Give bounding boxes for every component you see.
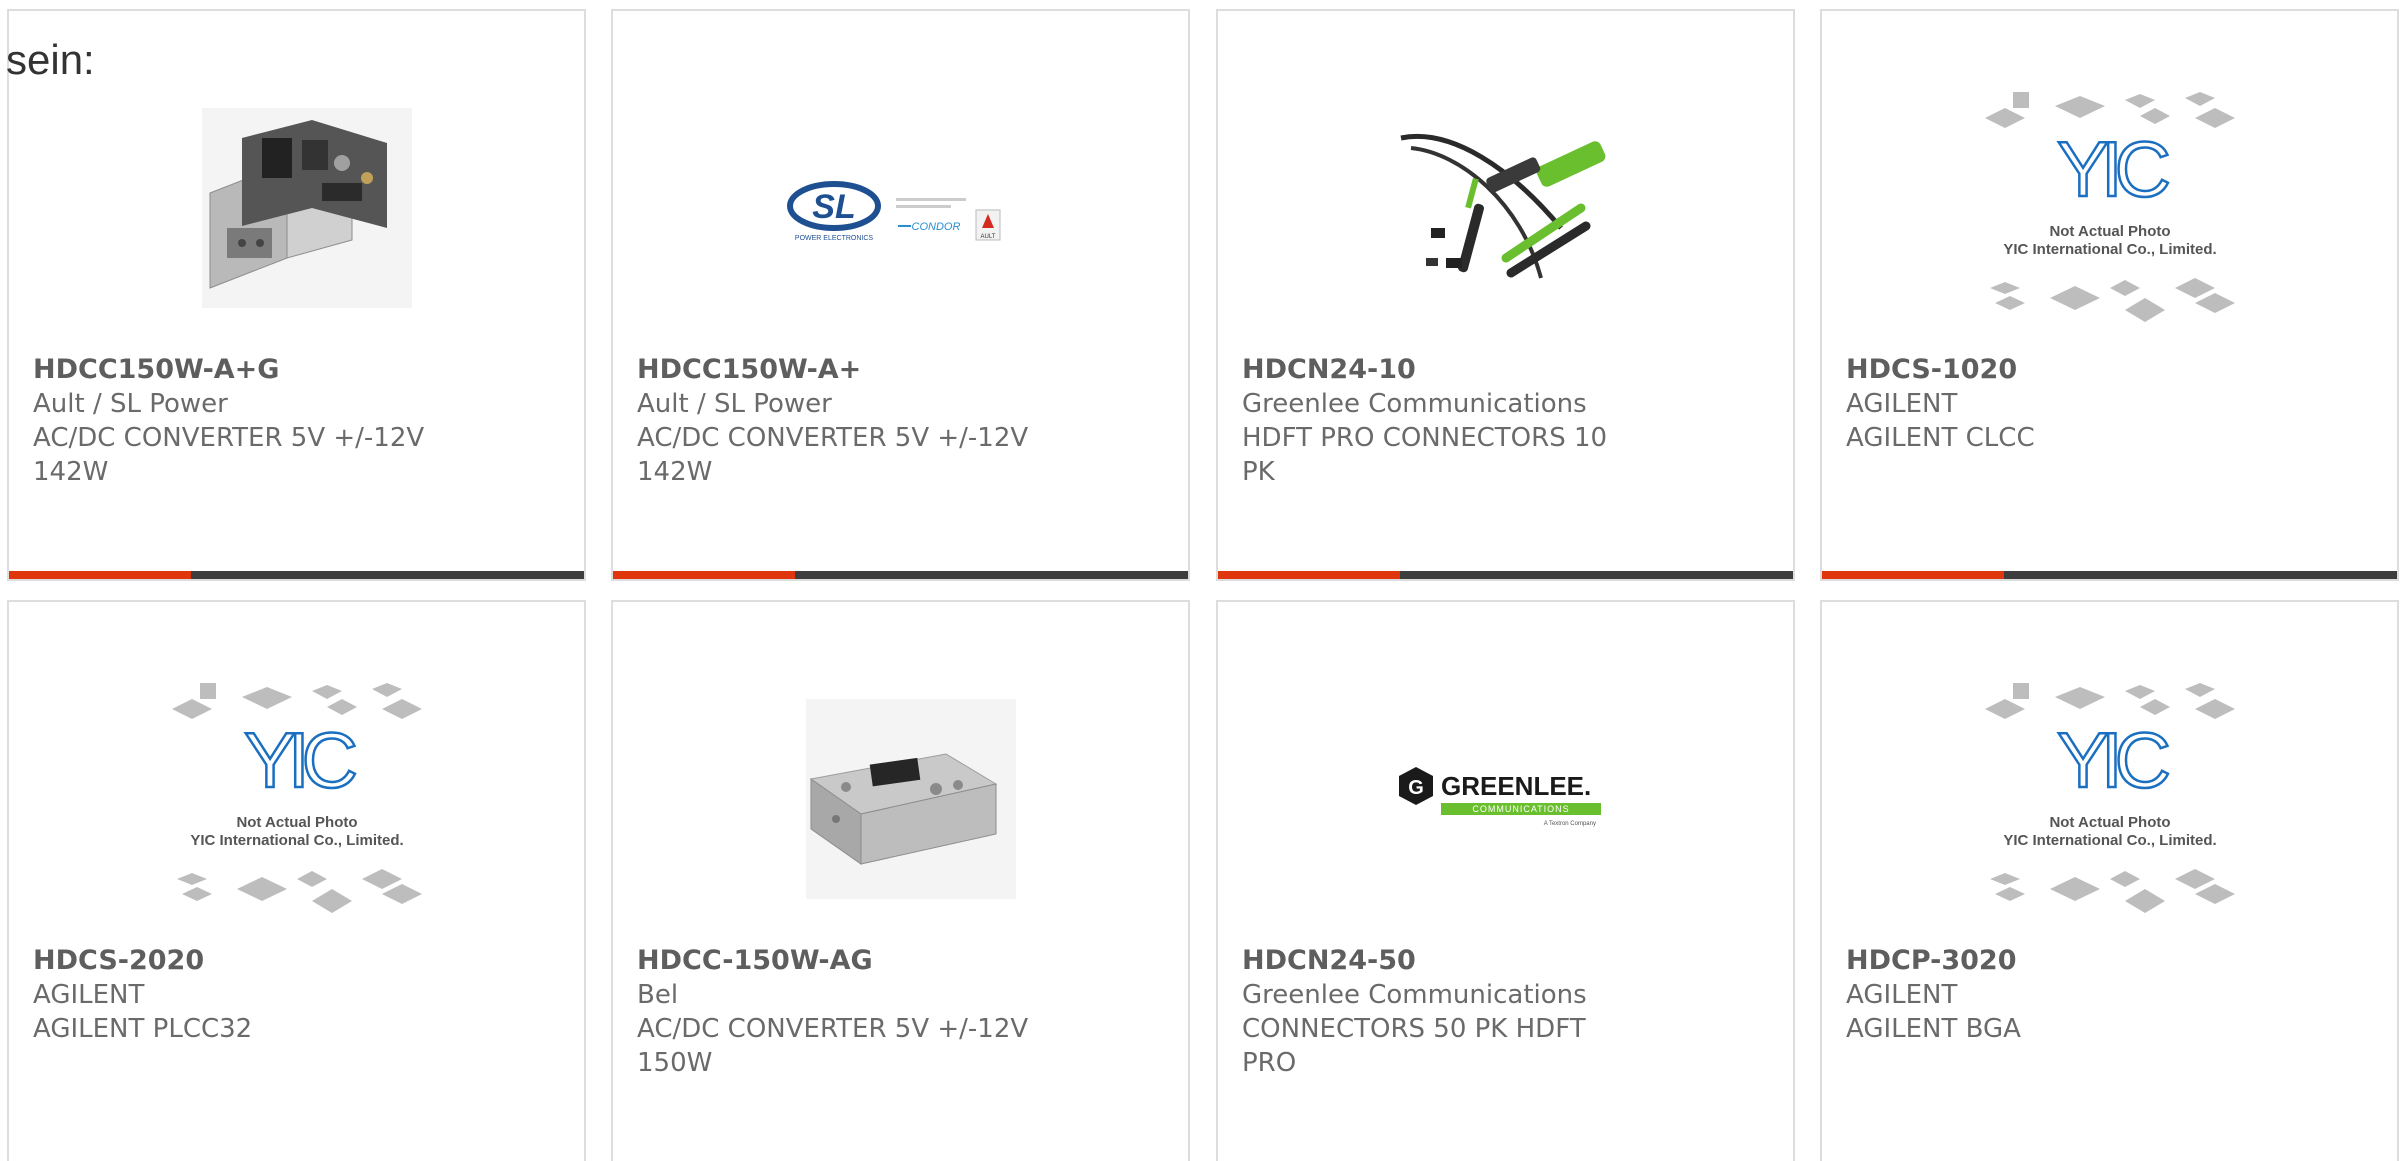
yic-placeholder-icon: YIC Not Actual Photo YIC International C… xyxy=(1984,92,2235,322)
svg-text:A Textron Company: A Textron Company xyxy=(1543,821,1595,827)
card-bottom-bar xyxy=(1822,571,2397,579)
description-label: CONNECTORS 50 PK HDFT PRO xyxy=(1242,1014,1586,1078)
svg-text:Not Actual Photo: Not Actual Photo xyxy=(236,814,357,831)
power-supply-open-chassis-icon xyxy=(201,108,412,308)
description-label: AC/DC CONVERTER 5V +/-12V 142W xyxy=(33,423,425,487)
svg-text:YIC International Co., Limited: YIC International Co., Limited. xyxy=(2003,832,2216,849)
description-label: HDFT PRO CONNECTORS 10 PK xyxy=(1242,423,1608,487)
svg-text:Not Actual Photo: Not Actual Photo xyxy=(2049,814,2170,831)
product-card[interactable]: G GREENLEE. COMMUNICATIONS A Textron Com… xyxy=(1216,600,1795,1161)
description-label: AGILENT CLCC xyxy=(1846,423,2035,453)
product-card[interactable]: YIC Not Actual Photo YIC International C… xyxy=(7,600,586,1161)
card-bottom-bar xyxy=(1218,571,1793,579)
crimp-tool-kit-icon xyxy=(1400,134,1605,279)
part-number-link[interactable]: HDCN24-50 xyxy=(1242,945,1416,976)
product-image-yic-placeholder[interactable]: YIC Not Actual Photo YIC International C… xyxy=(1970,83,2250,333)
product-image-sl-power-logo[interactable]: SL POWER ELECTRONICS CONDOR AULT xyxy=(761,83,1041,333)
manufacturer-label: Ault / SL Power xyxy=(33,389,228,419)
product-card[interactable]: HDCC-150W-AG Bel AC/DC CONVERTER 5V +/-1… xyxy=(611,600,1190,1161)
manufacturer-label: AGILENT xyxy=(1846,980,1958,1010)
yic-placeholder-icon: YIC Not Actual Photo YIC International C… xyxy=(1984,683,2235,913)
product-grid-page: sein: HDCC150W-A+G Ault / SL Power AC/DC… xyxy=(0,0,2400,1161)
description-label: AGILENT PLCC32 xyxy=(33,1014,253,1044)
part-number-link[interactable]: HDCP-3020 xyxy=(1846,945,2017,976)
svg-text:CONDOR: CONDOR xyxy=(911,221,960,233)
product-card[interactable]: YIC Not Actual Photo YIC International C… xyxy=(1820,9,2399,581)
product-card[interactable]: HDCC150W-A+G Ault / SL Power AC/DC CONVE… xyxy=(7,9,586,581)
manufacturer-label: Greenlee Communications xyxy=(1242,980,1587,1010)
svg-text:POWER ELECTRONICS: POWER ELECTRONICS xyxy=(794,235,873,242)
product-image-yic-placeholder[interactable]: YIC Not Actual Photo YIC International C… xyxy=(1970,674,2250,924)
manufacturer-label: Ault / SL Power xyxy=(637,389,832,419)
part-number-link[interactable]: HDCN24-10 xyxy=(1242,354,1416,385)
card-bottom-bar xyxy=(9,571,584,579)
svg-text:YIC: YIC xyxy=(243,716,355,804)
svg-text:SL: SL xyxy=(812,188,855,226)
svg-text:YIC: YIC xyxy=(2056,716,2168,804)
svg-text:Not Actual Photo: Not Actual Photo xyxy=(2049,223,2170,240)
manufacturer-label: AGILENT xyxy=(1846,389,1958,419)
sl-power-logo-icon: SL POWER ELECTRONICS CONDOR AULT xyxy=(786,181,1000,242)
product-image-yic-placeholder[interactable]: YIC Not Actual Photo YIC International C… xyxy=(157,674,437,924)
product-image-crimp-tool-kit[interactable] xyxy=(1366,83,1646,333)
product-image-power-supply[interactable] xyxy=(761,674,1041,924)
part-number-link[interactable]: HDCC-150W-AG xyxy=(637,945,873,976)
svg-text:AULT: AULT xyxy=(980,234,995,240)
svg-text:YIC: YIC xyxy=(2056,125,2168,213)
product-image-greenlee-logo[interactable]: G GREENLEE. COMMUNICATIONS A Textron Com… xyxy=(1366,674,1646,924)
manufacturer-label: Bel xyxy=(637,980,679,1010)
card-bottom-bar xyxy=(613,571,1188,579)
manufacturer-label: AGILENT xyxy=(33,980,145,1010)
svg-text:COMMUNICATIONS: COMMUNICATIONS xyxy=(1472,804,1569,814)
svg-text:G: G xyxy=(1408,777,1424,799)
product-card[interactable]: HDCN24-10 Greenlee Communications HDFT P… xyxy=(1216,9,1795,581)
yic-placeholder-icon: YIC Not Actual Photo YIC International C… xyxy=(171,683,422,913)
svg-text:GREENLEE.: GREENLEE. xyxy=(1441,771,1591,801)
product-image-power-supply[interactable] xyxy=(157,83,437,333)
manufacturer-label: Greenlee Communications xyxy=(1242,389,1587,419)
greenlee-logo-icon: G GREENLEE. COMMUNICATIONS A Textron Com… xyxy=(1398,767,1601,827)
product-card[interactable]: SL POWER ELECTRONICS CONDOR AULT HDCC150… xyxy=(611,9,1190,581)
description-label: AC/DC CONVERTER 5V +/-12V 150W xyxy=(637,1014,1029,1078)
part-number-link[interactable]: HDCC150W-A+ xyxy=(637,354,861,385)
intro-text-fragment: sein: xyxy=(6,36,95,83)
power-supply-closed-chassis-icon xyxy=(805,699,1016,899)
product-card[interactable]: YIC Not Actual Photo YIC International C… xyxy=(1820,600,2399,1161)
part-number-link[interactable]: HDCS-1020 xyxy=(1846,354,2017,385)
svg-text:YIC International Co., Limited: YIC International Co., Limited. xyxy=(190,832,403,849)
description-label: AGILENT BGA xyxy=(1846,1014,2021,1044)
part-number-link[interactable]: HDCC150W-A+G xyxy=(33,354,279,385)
part-number-link[interactable]: HDCS-2020 xyxy=(33,945,204,976)
description-label: AC/DC CONVERTER 5V +/-12V 142W xyxy=(637,423,1029,487)
svg-text:YIC International Co., Limited: YIC International Co., Limited. xyxy=(2003,241,2216,258)
